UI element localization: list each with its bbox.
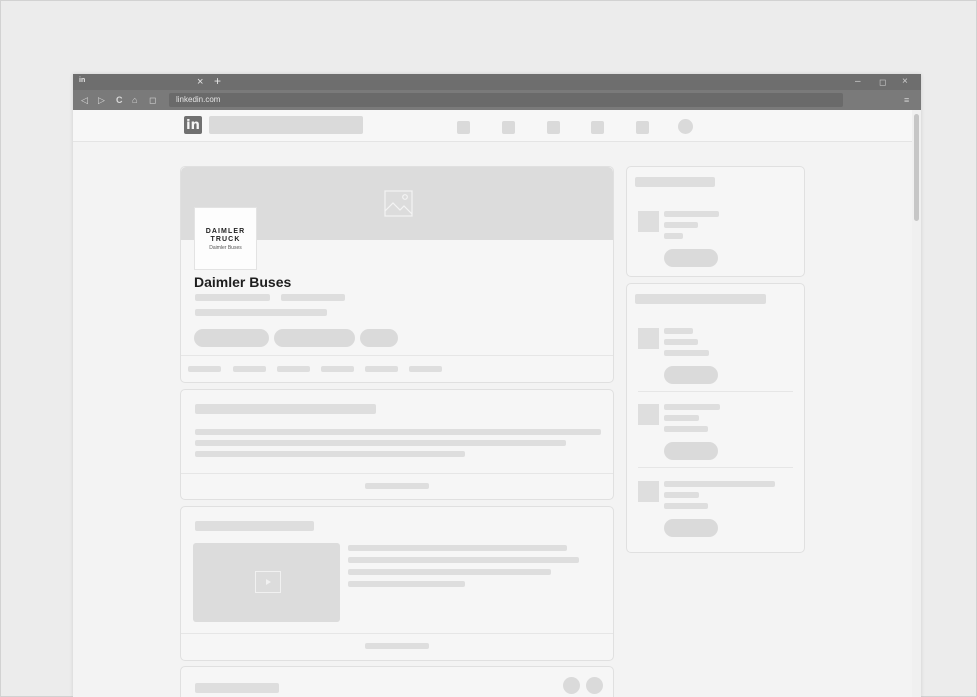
- divider: [181, 633, 613, 634]
- sidebar-heading-2: [635, 294, 766, 304]
- window-close-icon[interactable]: ×: [902, 75, 908, 89]
- browser-titlebar: in × + – ◻ ×: [73, 74, 921, 90]
- logo-line-2: TRUCK: [210, 236, 241, 243]
- nav-jobs-icon[interactable]: [547, 121, 560, 134]
- search-input[interactable]: [209, 116, 363, 134]
- new-tab-icon[interactable]: +: [214, 74, 221, 89]
- page-meta-line: [664, 426, 708, 432]
- browser-navbar: ◁ ▷ C ⌂ ◻ linkedin.com ≡: [73, 90, 921, 110]
- url-text: linkedin.com: [176, 95, 221, 104]
- page-thumbnail[interactable]: [638, 481, 659, 502]
- video-text-line-2: [348, 557, 579, 563]
- follow-button[interactable]: [664, 519, 718, 537]
- nav-messaging-icon[interactable]: [591, 121, 604, 134]
- about-card: [180, 389, 614, 500]
- page-thumbnail[interactable]: [638, 328, 659, 349]
- about-line-1: [195, 429, 601, 435]
- address-bar[interactable]: linkedin.com: [169, 93, 843, 107]
- previous-arrow-icon[interactable]: [563, 677, 580, 694]
- nav-notifications-icon[interactable]: [636, 121, 649, 134]
- about-heading-placeholder: [195, 404, 376, 414]
- show-all-link[interactable]: [365, 483, 429, 489]
- bookmark-icon[interactable]: ◻: [149, 93, 156, 107]
- video-text-line-1: [348, 545, 567, 551]
- logo-line-3: Daimler Buses: [209, 245, 242, 251]
- tab-life[interactable]: [365, 366, 398, 372]
- sidebar-heading-1: [635, 177, 715, 187]
- page-meta-line: [664, 503, 708, 509]
- divider: [181, 355, 613, 356]
- tab-jobs[interactable]: [321, 366, 354, 372]
- video-show-all-link[interactable]: [365, 643, 429, 649]
- browser-window: in × + – ◻ × ◁ ▷ C ⌂ ◻ linkedin.com ≡ in: [73, 74, 921, 697]
- page-name-line: [664, 328, 693, 334]
- divider: [638, 467, 793, 468]
- home-icon[interactable]: ⌂: [132, 93, 137, 107]
- followers-placeholder: [195, 309, 327, 316]
- maximize-icon[interactable]: ◻: [879, 75, 886, 89]
- company-name: Daimler Buses: [194, 274, 292, 290]
- about-line-3: [195, 451, 465, 457]
- tab-home[interactable]: [188, 366, 221, 372]
- next-arrow-icon[interactable]: [586, 677, 603, 694]
- follow-button[interactable]: [194, 329, 269, 347]
- follow-button[interactable]: [664, 366, 718, 384]
- tagline-placeholder: [195, 294, 270, 301]
- menu-icon[interactable]: ≡: [904, 93, 909, 107]
- nav-network-icon[interactable]: [502, 121, 515, 134]
- company-header-card: DAIMLER TRUCK Daimler Buses Daimler Buse…: [180, 166, 614, 383]
- visit-website-button[interactable]: [274, 329, 355, 347]
- nav-home-icon[interactable]: [457, 121, 470, 134]
- forward-icon[interactable]: ▷: [98, 93, 105, 107]
- reload-icon[interactable]: C: [116, 93, 123, 107]
- industry-placeholder: [281, 294, 345, 301]
- tab-close-icon[interactable]: ×: [197, 75, 203, 89]
- tab-people[interactable]: [409, 366, 442, 372]
- video-text-line-4: [348, 581, 465, 587]
- follow-button[interactable]: [664, 442, 718, 460]
- posts-heading-placeholder: [195, 683, 279, 693]
- back-icon[interactable]: ◁: [81, 93, 88, 107]
- logo-line-1: DAIMLER: [205, 228, 246, 235]
- more-button[interactable]: [360, 329, 398, 347]
- video-thumbnail[interactable]: [193, 543, 340, 622]
- page-name-line: [664, 211, 719, 217]
- page-thumbnail[interactable]: [638, 211, 659, 232]
- page-meta-line: [664, 339, 698, 345]
- page-name-line: [664, 481, 775, 487]
- video-heading-placeholder: [195, 521, 314, 531]
- page-thumbnail[interactable]: [638, 404, 659, 425]
- sidebar-card-2: [626, 283, 805, 553]
- minimize-icon[interactable]: –: [855, 75, 861, 89]
- nav-avatar[interactable]: [678, 119, 693, 134]
- page-meta-line: [664, 233, 683, 239]
- video-text-line-3: [348, 569, 551, 575]
- sidebar-card-1: [626, 166, 805, 277]
- image-placeholder-icon: [384, 190, 413, 217]
- page-scrollbar[interactable]: [912, 110, 921, 697]
- divider: [638, 391, 793, 392]
- linkedin-logo[interactable]: in: [184, 116, 202, 134]
- company-logo[interactable]: DAIMLER TRUCK Daimler Buses: [194, 207, 257, 270]
- about-line-2: [195, 440, 566, 446]
- posts-card: [180, 666, 614, 697]
- page-meta-line: [664, 350, 709, 356]
- linkedin-header: in: [73, 110, 921, 142]
- page-name-line: [664, 404, 720, 410]
- page-meta-line: [664, 222, 698, 228]
- tab-posts[interactable]: [277, 366, 310, 372]
- scrollbar-thumb[interactable]: [914, 114, 919, 221]
- page-meta-line: [664, 415, 699, 421]
- follow-button[interactable]: [664, 249, 718, 267]
- page-meta-line: [664, 492, 699, 498]
- video-card: [180, 506, 614, 661]
- play-icon[interactable]: [255, 571, 281, 593]
- tab-about[interactable]: [233, 366, 266, 372]
- divider: [181, 473, 613, 474]
- tab-favicon-icon[interactable]: in: [79, 77, 85, 84]
